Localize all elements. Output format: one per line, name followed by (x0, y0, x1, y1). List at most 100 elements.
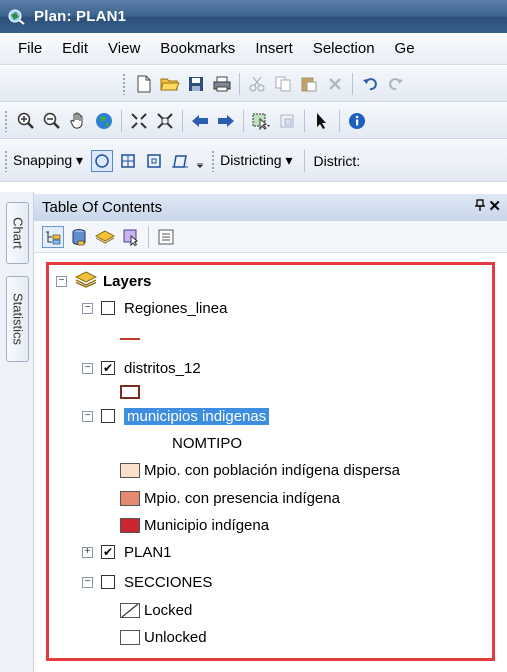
legend-class-label: Mpio. con población indígena dispersa (144, 461, 401, 479)
chart-tab-label: Chart (10, 217, 25, 249)
print-icon[interactable] (211, 73, 233, 95)
snapping-dropdown[interactable]: Snapping ▾ (13, 152, 83, 169)
cut-icon[interactable] (246, 73, 268, 95)
menu-insert[interactable]: Insert (245, 40, 303, 57)
copy-icon[interactable] (272, 73, 294, 95)
menu-bookmarks[interactable]: Bookmarks (150, 40, 245, 57)
toolbar-grip[interactable] (4, 109, 8, 132)
toolbar-separator (239, 72, 240, 95)
layer-label-selected[interactable]: municipios indigenas (124, 407, 270, 425)
full-extent-globe-icon[interactable] (93, 110, 115, 132)
layer-row-regiones-linea[interactable]: − Regiones_linea (82, 296, 227, 320)
clear-selection-icon[interactable] (276, 110, 298, 132)
menu-bar: File Edit View Bookmarks Insert Selectio… (0, 33, 507, 65)
legend-swatch (120, 490, 140, 506)
end-snapping-icon[interactable] (117, 150, 139, 172)
collapse-layer-icon[interactable]: − (82, 302, 93, 314)
layers-root-row[interactable]: − Layers (56, 269, 151, 293)
list-by-selection-icon[interactable] (120, 226, 142, 248)
pan-hand-icon[interactable] (67, 110, 89, 132)
snapping-toolbar: Snapping ▾ Districting ▾ District: (0, 140, 507, 182)
zoom-in-icon[interactable] (15, 110, 37, 132)
districting-dropdown[interactable]: Districting ▾ (220, 152, 292, 169)
toolbar-separator (148, 225, 149, 248)
toc-title: Table Of Contents (42, 199, 163, 216)
standard-toolbar (0, 66, 507, 102)
vertex-snapping-icon[interactable] (143, 150, 165, 172)
toolbar-grip[interactable] (4, 149, 8, 172)
layer-visibility-checkbox[interactable] (101, 301, 115, 315)
toolbar-separator (182, 109, 183, 132)
layer-row-municipios-indigenas[interactable]: − municipios indigenas (82, 404, 270, 428)
layers-root-label: Layers (103, 272, 152, 290)
layer-label[interactable]: SECCIONES (124, 574, 212, 591)
layer-row-plan1[interactable]: + ✔ PLAN1 (82, 540, 172, 564)
menu-selection[interactable]: Selection (303, 40, 385, 57)
identify-info-icon[interactable] (346, 110, 368, 132)
layer-visibility-checkbox[interactable] (101, 409, 115, 423)
select-elements-arrow-icon[interactable] (311, 110, 333, 132)
menu-file[interactable]: File (0, 40, 52, 57)
legend-swatch (120, 517, 140, 533)
toolbar-grip[interactable] (122, 72, 126, 95)
statistics-tab[interactable]: Statistics (6, 276, 29, 362)
toc-options-icon[interactable] (155, 226, 177, 248)
polygon-outline-legend-symbol (120, 385, 140, 399)
back-arrow-icon[interactable] (189, 110, 211, 132)
expand-layer-icon[interactable]: + (82, 546, 93, 558)
collapse-layers-icon[interactable]: − (56, 275, 67, 287)
fixed-zoom-out-icon[interactable] (154, 110, 176, 132)
layer-label[interactable]: distritos_12 (124, 360, 201, 377)
open-folder-icon[interactable] (159, 73, 181, 95)
collapse-layer-icon[interactable]: − (82, 576, 93, 588)
toolbar-grip[interactable] (211, 149, 216, 172)
forward-arrow-icon[interactable] (215, 110, 237, 132)
list-by-visibility-icon[interactable] (94, 226, 116, 248)
toolbar-separator (243, 109, 244, 132)
toolbar-separator (304, 109, 305, 132)
redo-icon[interactable] (385, 73, 407, 95)
fixed-zoom-in-icon[interactable] (128, 110, 150, 132)
tools-toolbar (0, 103, 507, 139)
field-name-label: NOMTIPO (172, 434, 242, 452)
toolbar-overflow-icon[interactable] (195, 150, 205, 172)
locked-hatch-swatch (120, 602, 140, 618)
menu-edit[interactable]: Edit (52, 40, 98, 57)
title-bar: Plan: PLAN1 (0, 0, 507, 33)
undo-icon[interactable] (359, 73, 381, 95)
toolbar-separator (352, 72, 353, 95)
legend-class-row[interactable]: Unlocked (120, 625, 207, 649)
legend-class-label: Municipio indígena (144, 516, 270, 534)
district-label: District: (313, 152, 361, 169)
select-features-icon[interactable] (250, 110, 272, 132)
edge-snapping-icon[interactable] (169, 150, 191, 172)
legend-class-row[interactable]: Locked (120, 598, 192, 622)
save-icon[interactable] (185, 73, 207, 95)
layer-row-secciones[interactable]: − SECCIONES (82, 570, 212, 594)
collapse-layer-icon[interactable]: − (82, 410, 93, 422)
legend-class-row[interactable]: Mpio. con población indígena dispersa (120, 458, 400, 482)
legend-class-row[interactable]: Mpio. con presencia indígena (120, 486, 340, 510)
menu-geoprocessing[interactable]: Ge (385, 40, 425, 57)
close-icon[interactable]: ✕ (488, 197, 501, 215)
layer-visibility-checkbox[interactable]: ✔ (101, 361, 115, 375)
window-title: Plan: PLAN1 (34, 8, 127, 25)
legend-class-row[interactable]: Municipio indígena (120, 513, 269, 537)
chart-tab[interactable]: Chart (6, 202, 29, 264)
list-by-drawing-order-icon[interactable] (42, 225, 64, 248)
paste-icon[interactable] (298, 73, 320, 95)
list-by-source-icon[interactable] (68, 226, 90, 248)
zoom-out-icon[interactable] (41, 110, 63, 132)
statistics-tab-label: Statistics (10, 292, 25, 346)
point-snapping-icon[interactable] (91, 149, 114, 172)
layer-visibility-checkbox[interactable]: ✔ (101, 545, 115, 559)
layer-label[interactable]: PLAN1 (124, 544, 172, 561)
layer-label[interactable]: Regiones_linea (124, 300, 227, 317)
layer-visibility-checkbox[interactable] (101, 575, 115, 589)
collapse-layer-icon[interactable]: − (82, 362, 93, 374)
pin-icon[interactable] (475, 199, 485, 215)
layer-row-distritos-12[interactable]: − ✔ distritos_12 (82, 356, 201, 380)
new-document-icon[interactable] (133, 73, 155, 95)
menu-view[interactable]: View (98, 40, 150, 57)
delete-icon[interactable] (324, 73, 346, 95)
